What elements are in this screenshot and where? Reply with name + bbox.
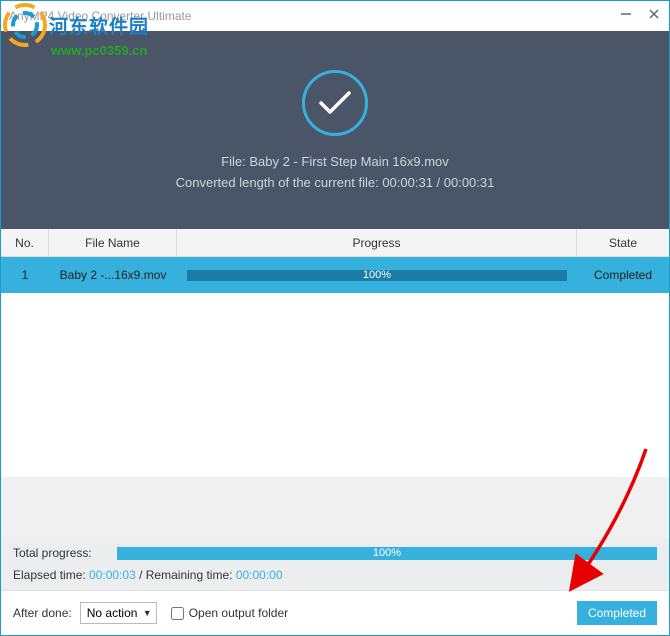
cell-filename: Baby 2 -...16x9.mov — [49, 268, 177, 282]
time-separator: / Remaining time: — [136, 568, 236, 582]
window-controls — [619, 7, 661, 21]
cell-state: Completed — [577, 268, 669, 282]
table-body: 1 Baby 2 -...16x9.mov 100% Completed — [1, 257, 669, 477]
elapsed-value: 00:00:03 — [89, 568, 136, 582]
total-progress-label: Total progress: — [13, 546, 117, 560]
minimize-button[interactable] — [619, 7, 633, 21]
total-progress-bar: 100% — [117, 547, 657, 560]
table-row[interactable]: 1 Baby 2 -...16x9.mov 100% Completed — [1, 257, 669, 293]
remaining-value: 00:00:00 — [236, 568, 283, 582]
col-no-header: No. — [1, 229, 49, 256]
action-row: After done: No action ▼ Open output fold… — [1, 590, 669, 635]
status-panel: File: Baby 2 - First Step Main 16x9.mov … — [1, 31, 669, 229]
col-name-header: File Name — [49, 229, 177, 256]
total-section: Total progress: 100% Elapsed time: 00:00… — [1, 538, 669, 590]
time-row: Elapsed time: 00:00:03 / Remaining time:… — [13, 568, 657, 582]
col-progress-header: Progress — [177, 229, 577, 256]
titlebar: AnyMP4 Video Converter Ultimate — [1, 1, 669, 31]
close-button[interactable] — [647, 7, 661, 21]
table-header: No. File Name Progress State — [1, 229, 669, 257]
elapsed-label: Elapsed time: — [13, 568, 89, 582]
row-progress-bar: 100% — [187, 270, 567, 281]
footer: Total progress: 100% Elapsed time: 00:00… — [1, 538, 669, 635]
total-progress-pct: 100% — [373, 547, 401, 559]
cell-progress: 100% — [177, 270, 577, 281]
row-progress-pct: 100% — [363, 269, 391, 281]
col-state-header: State — [577, 229, 669, 256]
cell-no: 1 — [1, 268, 49, 282]
after-done-label: After done: — [13, 606, 72, 620]
success-check-icon — [302, 70, 368, 136]
open-folder-label: Open output folder — [189, 606, 288, 620]
completed-button[interactable]: Completed — [577, 601, 657, 625]
current-file-label: File: Baby 2 - First Step Main 16x9.mov — [221, 154, 449, 169]
open-folder-checkbox[interactable] — [171, 607, 184, 620]
window-title: AnyMP4 Video Converter Ultimate — [5, 9, 192, 23]
converted-length-label: Converted length of the current file: 00… — [176, 175, 495, 190]
after-done-select[interactable]: No action — [80, 602, 157, 624]
